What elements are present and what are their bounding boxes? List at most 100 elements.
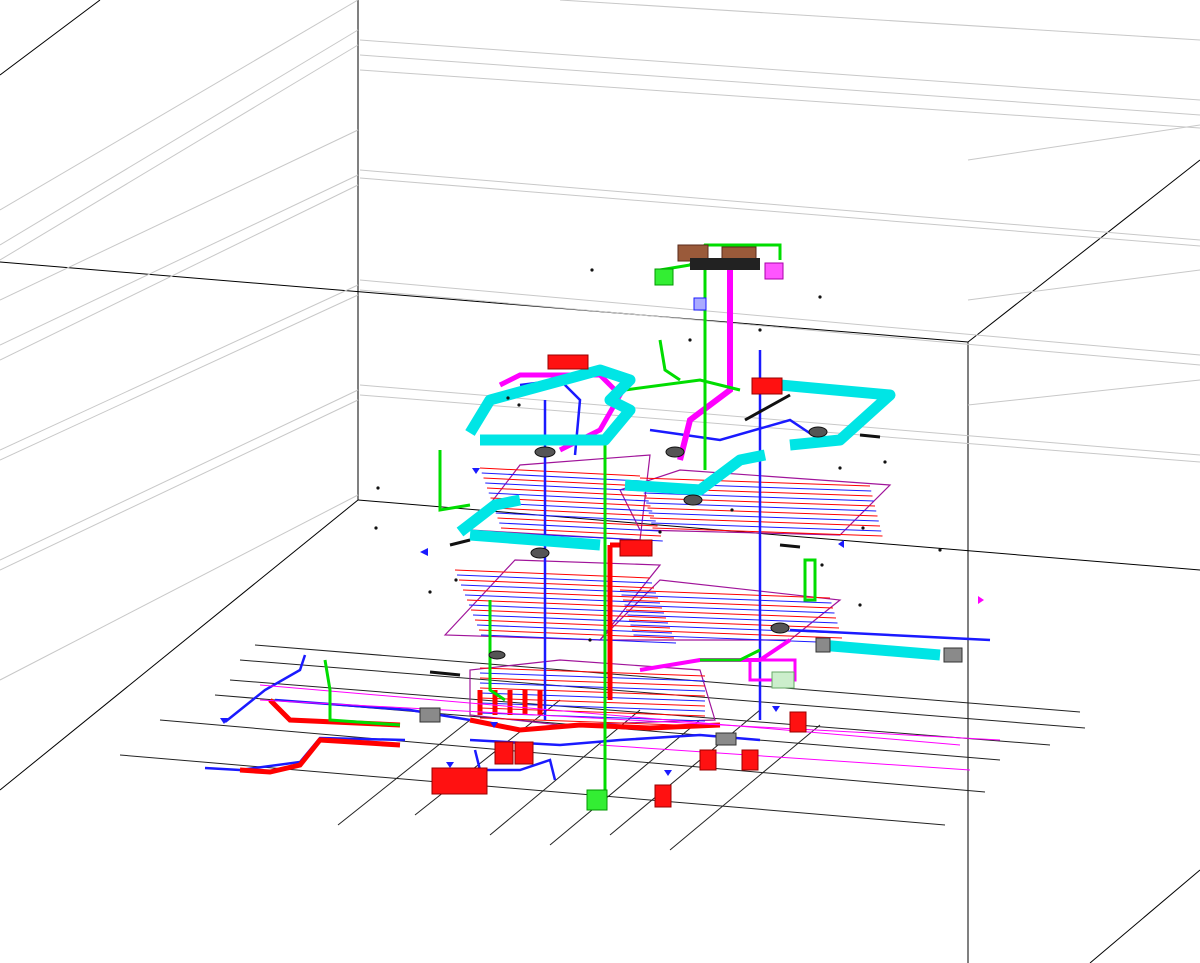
- loop-line: [474, 619, 671, 629]
- fan-coil-icon[interactable]: [488, 650, 506, 660]
- equipment-box-icon[interactable]: [789, 711, 807, 733]
- loop-line: [624, 604, 835, 614]
- supply-duct-right-run: [819, 639, 941, 661]
- box-edge: [0, 0, 101, 76]
- fitting-dot: [428, 590, 432, 594]
- equipment-box-icon[interactable]: [764, 262, 784, 280]
- equipment-box-icon[interactable]: [431, 767, 488, 795]
- vent-branch: [438, 450, 471, 512]
- loop-line: [479, 667, 706, 677]
- equipment-box-icon[interactable]: [494, 741, 514, 765]
- equipment-box-icon[interactable]: [771, 671, 795, 689]
- box-edge: [0, 499, 359, 791]
- valve-icon[interactable]: [838, 540, 844, 548]
- vent-low: [488, 600, 506, 702]
- loop-line: [481, 472, 642, 482]
- fitting-dot: [588, 638, 592, 642]
- fitting-dot: [374, 526, 378, 530]
- loop-line: [456, 574, 653, 584]
- fan-coil-icon[interactable]: [770, 622, 790, 634]
- loop-line: [462, 589, 659, 599]
- return-mid: [639, 638, 792, 672]
- loop-line: [479, 467, 641, 477]
- fitting-dot: [658, 530, 662, 534]
- loop-line: [470, 609, 667, 619]
- floor-loop-upper: [468, 454, 651, 541]
- building-box-edges: [0, 0, 1200, 963]
- loop-line: [454, 569, 651, 579]
- loop-line: [464, 594, 661, 604]
- vent-mid: [624, 378, 741, 392]
- box-edge: [1089, 869, 1200, 963]
- equipment-box-icon[interactable]: [815, 637, 831, 653]
- loop-line: [479, 692, 706, 702]
- return-fine-2: [259, 699, 1001, 741]
- fitting-dot: [861, 526, 865, 530]
- valve-icon[interactable]: [664, 770, 672, 776]
- fitting-dot: [820, 563, 824, 567]
- cw-branch-left: [224, 654, 307, 723]
- equipment-box-icon[interactable]: [741, 749, 759, 771]
- model-viewport[interactable]: [0, 0, 1200, 963]
- equipment-box-icon[interactable]: [654, 268, 674, 286]
- loop-line: [619, 589, 831, 599]
- valve-icon[interactable]: [420, 548, 428, 556]
- valve-icon[interactable]: [978, 596, 984, 604]
- level-lines: [0, 0, 1200, 681]
- loop-line: [622, 599, 834, 609]
- equipment-box-icon[interactable]: [751, 377, 783, 395]
- fitting-dot: [454, 578, 458, 582]
- equipment-box-icon[interactable]: [654, 784, 672, 808]
- valve-icon[interactable]: [472, 468, 480, 474]
- valves: [220, 468, 984, 776]
- loop-line: [472, 614, 669, 624]
- ahu-unit-icon[interactable]: [677, 244, 760, 270]
- equipment-box-icon[interactable]: [715, 732, 737, 746]
- loop-line: [479, 672, 706, 682]
- valve-icon[interactable]: [772, 706, 780, 712]
- loop-line: [648, 512, 879, 522]
- equipment-box-icon[interactable]: [943, 647, 963, 663]
- vent-box-right: [803, 558, 817, 602]
- supply-duct-lower-right: [624, 449, 767, 496]
- fan-coil-icon[interactable]: [534, 446, 556, 458]
- loop-line: [647, 507, 878, 517]
- fan-coil-icon[interactable]: [530, 547, 550, 559]
- loop-line: [627, 614, 838, 624]
- loop-line: [479, 682, 706, 692]
- fitting-dot: [938, 548, 942, 552]
- loop-line: [466, 599, 663, 609]
- fan-coil-icon[interactable]: [683, 494, 703, 506]
- loop-line: [633, 634, 844, 644]
- fitting-dot: [858, 603, 862, 607]
- box-edge: [0, 261, 969, 343]
- equipment-box-icon[interactable]: [586, 789, 608, 811]
- equipment-box-icon[interactable]: [547, 354, 589, 370]
- fitting-dot: [818, 295, 822, 299]
- equipment-box-icon[interactable]: [419, 707, 441, 723]
- equipment-box-icon[interactable]: [514, 741, 534, 765]
- equipment-box-icon[interactable]: [699, 749, 717, 771]
- fitting-dot: [758, 328, 762, 332]
- fan-coil-icon[interactable]: [808, 426, 828, 438]
- loop-line: [652, 527, 883, 537]
- loop-line: [479, 687, 706, 697]
- valve-icon[interactable]: [446, 762, 454, 768]
- loop-line: [649, 517, 881, 527]
- fitting-dot: [688, 338, 692, 342]
- fan-coil-icon[interactable]: [665, 446, 685, 458]
- fitting-dot: [883, 460, 887, 464]
- loop-line: [485, 482, 646, 492]
- vent-loop: [658, 339, 681, 382]
- fitting-dot: [506, 396, 510, 400]
- box-edge: [967, 159, 1200, 343]
- loop-line: [497, 517, 658, 527]
- fitting-dot: [376, 486, 380, 490]
- loop-line: [621, 594, 832, 604]
- fitting-dot: [838, 466, 842, 470]
- loop-line: [468, 604, 665, 614]
- equipment-box-icon[interactable]: [619, 539, 653, 557]
- equipment-box-icon[interactable]: [693, 297, 707, 311]
- mep-3d-scene: [0, 0, 1200, 963]
- loop-line: [625, 609, 837, 619]
